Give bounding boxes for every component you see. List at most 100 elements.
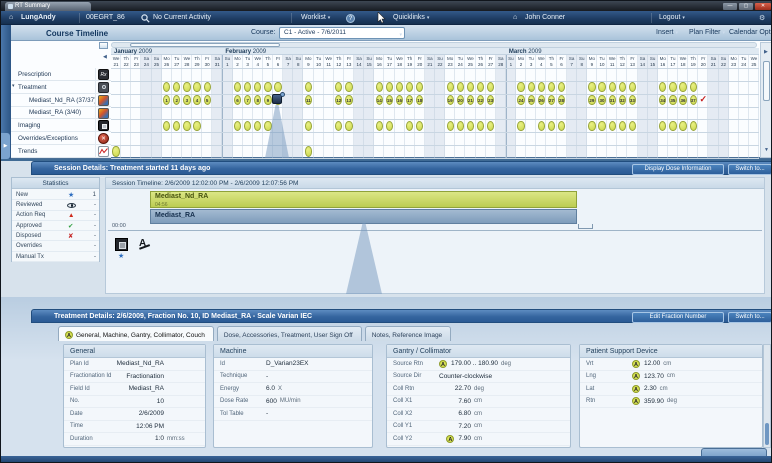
treatment-oval[interactable]: [588, 82, 595, 92]
fraction-oval[interactable]: 20: [457, 95, 464, 105]
treatment-oval[interactable]: [538, 82, 545, 92]
patient-name[interactable]: LungAndy: [21, 14, 56, 21]
fraction-oval[interactable]: 33: [629, 95, 636, 105]
fraction-oval[interactable]: 27: [548, 95, 555, 105]
fraction-oval[interactable]: 5: [204, 95, 211, 105]
fraction-oval[interactable]: 37: [690, 95, 697, 105]
current-activity[interactable]: No Current Activity: [153, 14, 211, 21]
treatment-oval[interactable]: [457, 82, 464, 92]
treatment-oval[interactable]: [517, 82, 524, 92]
treatment-oval[interactable]: [467, 121, 474, 131]
fraction-oval[interactable]: 32: [619, 95, 626, 105]
fraction-oval[interactable]: 29: [588, 95, 595, 105]
treatment-oval[interactable]: [629, 121, 636, 131]
treatment-oval[interactable]: [609, 82, 616, 92]
user-name[interactable]: John Conner: [525, 14, 565, 21]
switch-to-button[interactable]: Switch to...: [728, 312, 772, 323]
treatment-oval[interactable]: [305, 121, 312, 131]
treatment-oval[interactable]: [376, 121, 383, 131]
app-tab[interactable]: RT Summary: [5, 2, 91, 11]
treatment-oval[interactable]: [598, 121, 605, 131]
selected-session-pin[interactable]: [272, 94, 282, 104]
display-dose-information-button[interactable]: Display Dose Information: [632, 164, 724, 175]
tab-dose[interactable]: Dose, Accessories, Treatment, User Sign …: [217, 326, 362, 341]
fraction-oval[interactable]: 4: [193, 95, 200, 105]
details-scrollbar[interactable]: [763, 344, 771, 448]
treatment-oval[interactable]: [517, 121, 524, 131]
close-button[interactable]: ✕: [755, 3, 771, 10]
logout-menu[interactable]: Logout ▾: [659, 14, 685, 21]
treatment-oval[interactable]: [457, 121, 464, 131]
treatment-oval[interactable]: [234, 121, 241, 131]
treatment-oval[interactable]: [264, 121, 271, 131]
fraction-oval[interactable]: 21: [467, 95, 474, 105]
gear-icon[interactable]: ⚙: [759, 14, 765, 22]
treatment-oval[interactable]: [386, 121, 393, 131]
treatment-oval[interactable]: [538, 121, 545, 131]
treatment-oval[interactable]: [112, 146, 119, 156]
treatment-oval[interactable]: [183, 121, 190, 131]
treatment-oval[interactable]: [447, 82, 454, 92]
treatment-oval[interactable]: [183, 82, 190, 92]
scrollbar-thumb[interactable]: [130, 43, 280, 47]
portal-image-icon[interactable]: [115, 238, 128, 251]
treatment-oval[interactable]: [609, 121, 616, 131]
treatment-oval[interactable]: [376, 82, 383, 92]
calendar-mode-icon[interactable]: [99, 42, 108, 49]
treatment-oval[interactable]: [264, 82, 271, 92]
treatment-oval[interactable]: [477, 121, 484, 131]
scrollbar-thumb[interactable]: [765, 423, 769, 445]
treatment-oval[interactable]: [274, 82, 281, 92]
treatment-oval[interactable]: [619, 121, 626, 131]
treatment-oval[interactable]: [669, 121, 676, 131]
tab-notes[interactable]: Notes, Reference Image: [365, 326, 451, 341]
patient-id[interactable]: 00EGRT_86: [86, 14, 125, 21]
treatment-oval[interactable]: [558, 121, 565, 131]
minimize-button[interactable]: —: [723, 3, 737, 10]
setup-field-icon[interactable]: A: [139, 238, 152, 251]
fraction-oval[interactable]: 14: [376, 95, 383, 105]
fraction-oval[interactable]: 26: [538, 95, 545, 105]
treatment-oval[interactable]: [345, 82, 352, 92]
treatment-oval[interactable]: [305, 146, 312, 156]
calendar-options-menu[interactable]: Calendar Options ▾: [729, 29, 772, 36]
fraction-oval[interactable]: 24: [517, 95, 524, 105]
treatment-oval[interactable]: [548, 121, 555, 131]
switch-to-button[interactable]: Switch to...: [728, 164, 772, 175]
treatment-oval[interactable]: [690, 82, 697, 92]
treatment-oval[interactable]: [193, 121, 200, 131]
treatment-oval[interactable]: [669, 82, 676, 92]
treatment-oval[interactable]: [204, 82, 211, 92]
expander-icon[interactable]: ▾: [12, 83, 15, 89]
timeline-bar-mediast-nd-ra[interactable]: Mediast_Nd_RA 04:56: [150, 191, 577, 208]
treatment-oval[interactable]: [679, 121, 686, 131]
fraction-oval[interactable]: 13: [345, 95, 352, 105]
fraction-oval[interactable]: 15: [386, 95, 393, 105]
scroll-right-icon[interactable]: ▶: [764, 49, 768, 55]
treatment-oval[interactable]: [690, 121, 697, 131]
scroll-down-icon[interactable]: ▼: [764, 147, 769, 153]
fraction-oval[interactable]: 30: [598, 95, 605, 105]
insert-menu[interactable]: Insert ▾: [656, 29, 678, 36]
fraction-oval[interactable]: 35: [669, 95, 676, 105]
treatment-oval[interactable]: [619, 82, 626, 92]
scrollbar-thum b[interactable]: [763, 61, 770, 101]
fraction-oval[interactable]: 31: [609, 95, 616, 105]
treatment-oval[interactable]: [588, 121, 595, 131]
timeline-bar-mediast-ra[interactable]: Mediast_RA: [150, 209, 577, 224]
fraction-oval[interactable]: 19: [447, 95, 454, 105]
worklist-menu[interactable]: Worklist ▾: [301, 14, 330, 21]
fraction-oval[interactable]: 25: [528, 95, 535, 105]
maximize-button[interactable]: ▢: [739, 3, 753, 10]
fraction-oval[interactable]: 36: [679, 95, 686, 105]
treatment-oval[interactable]: [345, 121, 352, 131]
treatment-oval[interactable]: [528, 82, 535, 92]
course-dropdown[interactable]: C1 - Active - 7/6/2011 ▾: [279, 27, 405, 39]
fraction-oval[interactable]: 3: [183, 95, 190, 105]
worklist-help-icon[interactable]: ?: [346, 14, 355, 23]
calendar-vertical-scrollbar[interactable]: ▶ ▼: [760, 42, 772, 158]
quicklinks-menu[interactable]: Quicklinks ▾: [393, 14, 429, 21]
treatment-oval[interactable]: [598, 82, 605, 92]
treatment-oval[interactable]: [679, 82, 686, 92]
edit-fraction-number-button[interactable]: Edit Fraction Number: [632, 312, 724, 323]
